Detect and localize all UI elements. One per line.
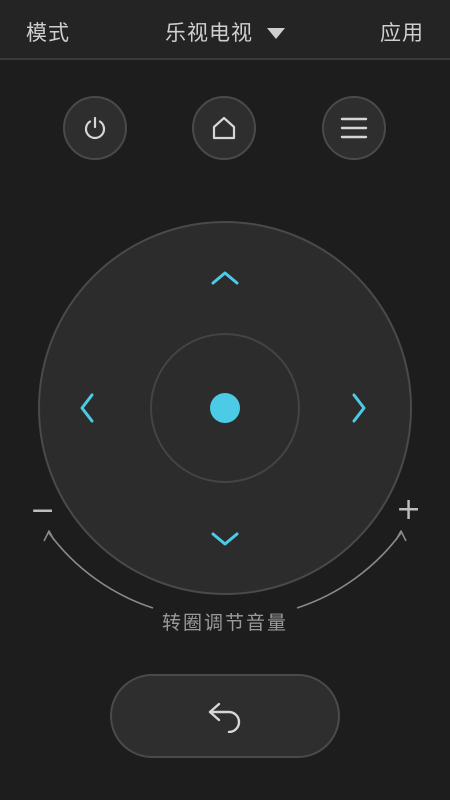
top-bar: 模式 乐视电视 应用 <box>0 0 450 60</box>
dpad-down-button[interactable] <box>205 524 245 554</box>
volume-hint-label: 转圈调节音量 <box>161 612 288 634</box>
device-selector[interactable]: 乐视电视 <box>165 17 285 47</box>
power-icon <box>84 116 106 140</box>
chevron-left-icon <box>80 393 94 423</box>
apps-button[interactable]: 应用 <box>380 17 424 47</box>
back-button[interactable] <box>110 674 340 758</box>
volume-down-sign: − <box>30 493 56 528</box>
volume-up-sign: + <box>396 492 422 527</box>
device-name: 乐视电视 <box>165 21 253 45</box>
home-icon <box>212 116 236 140</box>
mode-button[interactable]: 模式 <box>26 17 70 47</box>
dpad-right-button[interactable] <box>344 388 374 428</box>
menu-icon <box>340 117 368 139</box>
ok-dot-icon <box>210 393 240 423</box>
chevron-right-icon <box>352 393 366 423</box>
dpad-ok-button[interactable] <box>150 333 300 483</box>
dropdown-caret-icon <box>267 27 285 39</box>
chevron-up-icon <box>211 271 239 285</box>
back-icon <box>208 702 241 733</box>
dpad-up-button[interactable] <box>205 263 245 293</box>
chevron-down-icon <box>211 532 239 546</box>
menu-button[interactable] <box>322 96 386 160</box>
dpad <box>38 221 412 595</box>
home-button[interactable] <box>192 96 256 160</box>
dpad-left-button[interactable] <box>72 388 102 428</box>
power-button[interactable] <box>63 96 127 160</box>
